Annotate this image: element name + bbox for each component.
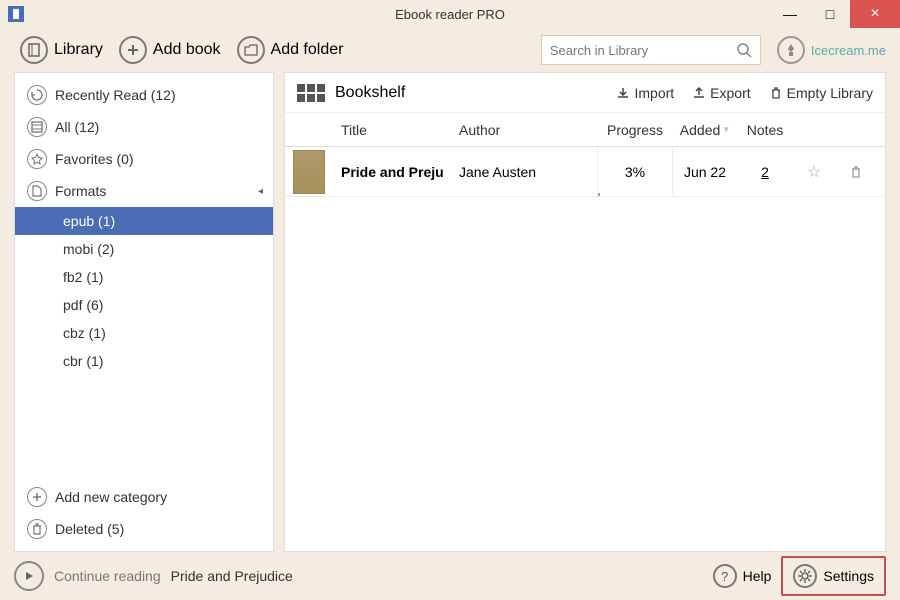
cell-added: Jun 22 <box>673 164 737 180</box>
cell-progress: 3% <box>597 147 673 196</box>
cell-author: Jane Austen <box>451 164 597 180</box>
sidebar-format-cbr[interactable]: cbr (1) <box>15 347 273 375</box>
close-button[interactable]: × <box>850 0 900 28</box>
user-icon <box>777 36 805 64</box>
minimize-button[interactable]: — <box>770 0 810 28</box>
all-icon <box>27 117 47 137</box>
sidebar-format-epub[interactable]: epub (1) <box>15 207 273 235</box>
sidebar-format-mobi[interactable]: mobi (2) <box>15 235 273 263</box>
trash-icon <box>769 86 783 100</box>
book-cover <box>293 150 325 194</box>
book-icon <box>20 36 48 64</box>
window-controls: — □ × <box>770 0 900 28</box>
table-header: Title Author Progress Added▼ Notes <box>285 113 885 147</box>
trash-icon <box>27 519 47 539</box>
settings-button[interactable]: Settings <box>781 556 886 596</box>
recent-icon <box>27 85 47 105</box>
user-account-link[interactable]: Icecream.me <box>777 36 886 64</box>
titlebar: Ebook reader PRO — □ × <box>0 0 900 28</box>
sidebar-item-favorites[interactable]: Favorites (0) <box>15 143 273 175</box>
progress-bar <box>598 193 600 196</box>
app-icon <box>8 6 24 22</box>
folder-icon <box>237 36 265 64</box>
empty-library-button[interactable]: Empty Library <box>769 85 873 101</box>
cell-notes[interactable]: 2 <box>737 164 793 180</box>
column-title[interactable]: Title <box>333 122 451 138</box>
table-row[interactable]: Pride and Preju Jane Austen 3% Jun 22 2 … <box>285 147 885 197</box>
sidebar-deleted[interactable]: Deleted (5) <box>15 513 273 545</box>
export-icon <box>692 86 706 100</box>
sidebar-label: Favorites (0) <box>55 151 134 167</box>
window-title: Ebook reader PRO <box>0 7 900 22</box>
sidebar-format-pdf[interactable]: pdf (6) <box>15 291 273 319</box>
plus-icon <box>27 487 47 507</box>
delete-row-button[interactable] <box>835 165 877 179</box>
sidebar-format-fb2[interactable]: fb2 (1) <box>15 263 273 291</box>
user-name: Icecream.me <box>811 43 886 58</box>
import-icon <box>616 86 630 100</box>
cell-title: Pride and Preju <box>333 164 451 180</box>
sidebar-format-cbz[interactable]: cbz (1) <box>15 319 273 347</box>
sidebar-item-all[interactable]: All (12) <box>15 111 273 143</box>
sidebar-label: Formats <box>55 183 106 199</box>
search-input[interactable] <box>550 43 736 58</box>
content-panel: Bookshelf Import Export Empty Library Ti… <box>284 72 886 552</box>
import-button[interactable]: Import <box>616 85 674 101</box>
help-button[interactable]: ? Help <box>713 564 772 588</box>
sort-indicator-icon: ▼ <box>722 125 730 134</box>
maximize-button[interactable]: □ <box>810 0 850 28</box>
library-button[interactable]: Library <box>14 34 109 66</box>
sidebar-label: All (12) <box>55 119 99 135</box>
sidebar-item-formats[interactable]: Formats <box>15 175 273 207</box>
add-folder-button[interactable]: Add folder <box>231 34 350 66</box>
column-notes[interactable]: Notes <box>737 122 793 138</box>
column-progress[interactable]: Progress <box>597 122 673 138</box>
document-icon <box>27 181 47 201</box>
export-button[interactable]: Export <box>692 85 750 101</box>
continue-reading-button[interactable] <box>14 561 44 591</box>
library-label: Library <box>54 41 103 59</box>
view-label: Bookshelf <box>335 84 405 102</box>
column-added[interactable]: Added▼ <box>673 122 737 138</box>
main-toolbar: Library Add book Add folder Icecream.me <box>0 28 900 72</box>
continue-label: Continue reading <box>54 568 161 584</box>
add-folder-label: Add folder <box>271 41 344 59</box>
bottom-bar: Continue reading Pride and Prejudice ? H… <box>0 552 900 600</box>
plus-icon <box>119 36 147 64</box>
help-icon: ? <box>713 564 737 588</box>
search-icon[interactable] <box>736 42 752 58</box>
main-area: Recently Read (12) All (12) Favorites (0… <box>0 72 900 552</box>
favorite-toggle[interactable]: ☆ <box>793 162 835 182</box>
sidebar-label: Deleted (5) <box>55 521 124 537</box>
add-book-label: Add book <box>153 41 221 59</box>
add-book-button[interactable]: Add book <box>113 34 227 66</box>
content-toolbar: Bookshelf Import Export Empty Library <box>285 73 885 113</box>
grid-view-icon[interactable] <box>297 84 325 102</box>
gear-icon <box>793 564 817 588</box>
sidebar-item-recently-read[interactable]: Recently Read (12) <box>15 79 273 111</box>
star-icon <box>27 149 47 169</box>
current-book: Pride and Prejudice <box>171 568 293 584</box>
sidebar-add-category[interactable]: Add new category <box>15 481 273 513</box>
sidebar-label: Recently Read (12) <box>55 87 176 103</box>
column-author[interactable]: Author <box>451 122 597 138</box>
sidebar-label: Add new category <box>55 489 167 505</box>
search-box[interactable] <box>541 35 761 65</box>
sidebar: Recently Read (12) All (12) Favorites (0… <box>14 72 274 552</box>
